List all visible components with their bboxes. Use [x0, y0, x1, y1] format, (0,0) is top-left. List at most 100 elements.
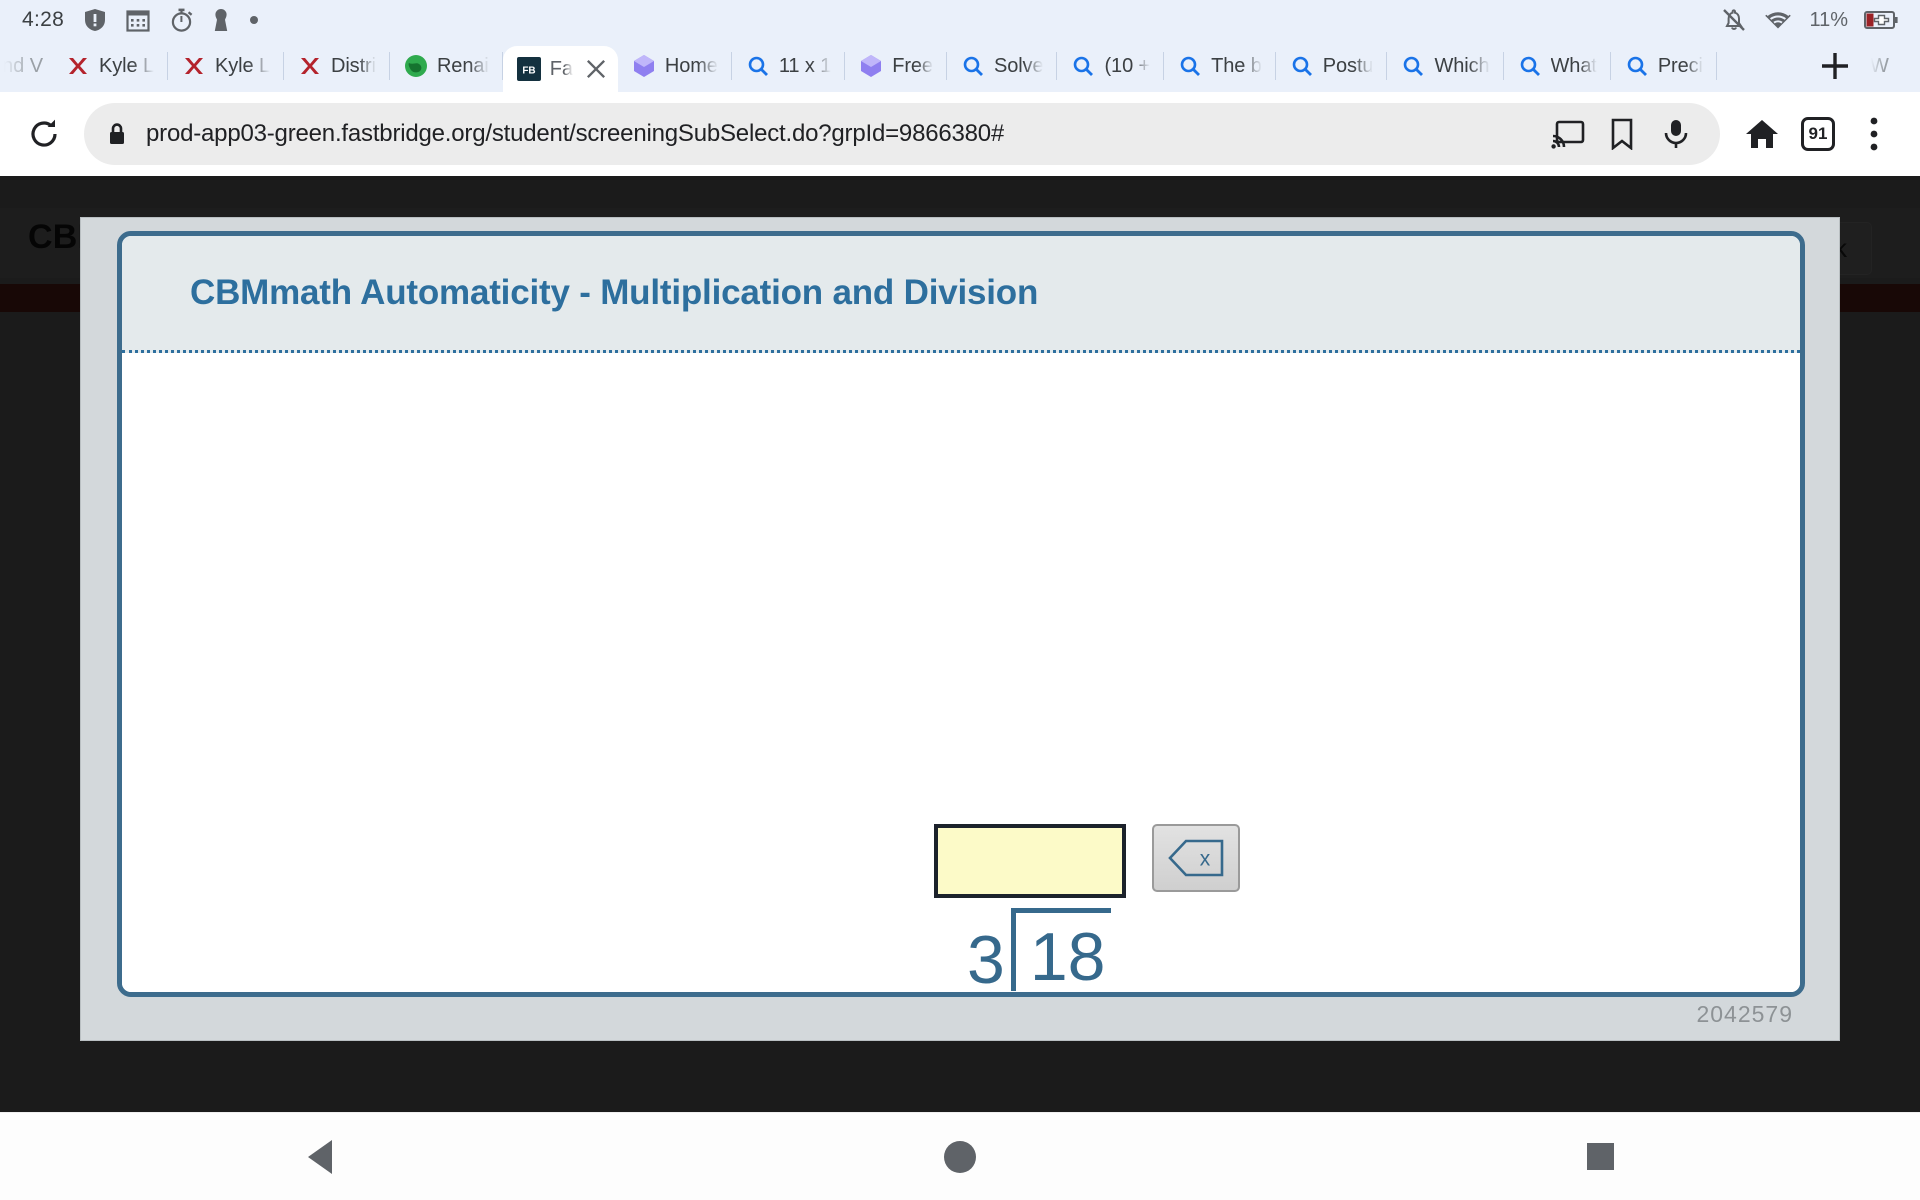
- tab-search-what[interactable]: What: [1504, 40, 1612, 92]
- tab-fastbridge-active[interactable]: FB Fa: [502, 46, 618, 92]
- nav-recents-button[interactable]: [1540, 1113, 1660, 1200]
- tab-kyle-1[interactable]: Kyle L: [52, 40, 168, 92]
- close-icon[interactable]: [582, 55, 610, 83]
- tab-title: Preci: [1657, 54, 1703, 77]
- tab-home[interactable]: Home: [618, 40, 732, 92]
- tab-partial-right[interactable]: W: [1868, 40, 1920, 92]
- page-viewport: CBM ack CBMmath Automaticity - Multiplic…: [0, 176, 1920, 1112]
- nav-back-button[interactable]: [260, 1113, 380, 1200]
- nav-home-button[interactable]: [900, 1113, 1020, 1200]
- tab-search-which[interactable]: Which: [1387, 40, 1504, 92]
- voice-search-button[interactable]: [1654, 112, 1698, 156]
- fb-icon: FB: [516, 57, 541, 81]
- backspace-icon: x: [1168, 839, 1224, 877]
- plus-icon: [1822, 53, 1848, 79]
- notifications-off-icon: [1721, 7, 1747, 33]
- copilot-icon: [861, 55, 882, 77]
- tab-search-preci[interactable]: Preci: [1611, 40, 1717, 92]
- copilot-icon: [633, 55, 654, 77]
- battery-percent-label: 11%: [1809, 8, 1848, 31]
- backspace-button[interactable]: x: [1152, 824, 1240, 892]
- search-icon: [1404, 56, 1424, 76]
- tab-count-badge: 91: [1801, 117, 1835, 151]
- microphone-icon: [1664, 120, 1688, 148]
- tab-kyle-2[interactable]: Kyle L: [168, 40, 284, 92]
- assessment-header: CBMmath Automaticity - Multiplication an…: [122, 236, 1800, 353]
- session-id: 2042579: [1696, 1001, 1793, 1027]
- home-button[interactable]: [1738, 110, 1786, 158]
- android-status-bar: 4:28 11%: [0, 0, 1920, 40]
- url-text: prod-app03-green.fastbridge.org/student/…: [146, 120, 1005, 147]
- bookmark-button[interactable]: [1600, 112, 1644, 156]
- cast-button[interactable]: [1546, 112, 1590, 156]
- shield-alert-icon: [84, 8, 106, 32]
- division-problem: 3 18: [967, 908, 1112, 992]
- search-icon: [1520, 56, 1540, 76]
- status-bar-left: 4:28: [22, 8, 259, 32]
- wifi-icon: [1763, 8, 1793, 32]
- search-icon: [1180, 56, 1201, 76]
- status-time: 4:28: [22, 8, 65, 31]
- calendar-icon: [126, 8, 150, 32]
- tab-title: Free: [892, 54, 933, 77]
- cast-icon: [1551, 120, 1585, 149]
- svg-text:FB: FB: [522, 66, 535, 77]
- tab-title: Renai: [436, 54, 489, 77]
- android-navigation-bar[interactable]: [0, 1112, 1920, 1200]
- search-icon: [1074, 56, 1094, 76]
- assessment-body: x 3 18 0 1 2 3 4 5 6: [122, 353, 1800, 992]
- tab-title: (10 +: [1104, 54, 1151, 77]
- answer-row: x: [934, 824, 1240, 898]
- back-triangle-icon: [308, 1139, 332, 1174]
- tab-title: W: [1870, 54, 1889, 77]
- address-bar[interactable]: prod-app03-green.fastbridge.org/student/…: [84, 103, 1720, 165]
- x-red-icon: [185, 58, 203, 74]
- tab-title: The b: [1211, 54, 1262, 77]
- search-icon: [748, 56, 768, 76]
- tab-switcher-button[interactable]: 91: [1794, 110, 1842, 158]
- tab-title: Postu: [1322, 54, 1374, 77]
- tab-search-11x1[interactable]: 11 x 1: [732, 40, 846, 92]
- more-menu-button[interactable]: [1850, 110, 1898, 158]
- tab-search-10plus[interactable]: (10 +: [1057, 40, 1164, 92]
- tab-renaissance[interactable]: Renai: [390, 40, 503, 92]
- tabs-container[interactable]: nd V Kyle L Kyle L Distri Renai FB Fa Ho…: [0, 40, 1802, 92]
- keyhole-icon: [213, 8, 229, 32]
- search-icon: [963, 56, 983, 76]
- tab-title: 11 x 1: [778, 54, 832, 77]
- tab-title: Which: [1434, 54, 1490, 77]
- tab-free[interactable]: Free: [845, 40, 947, 92]
- x-red-icon: [69, 58, 87, 74]
- tab-title: Distri: [331, 54, 376, 77]
- new-tab-button[interactable]: [1802, 40, 1868, 92]
- home-circle-icon: [944, 1140, 976, 1173]
- tab-search-theb[interactable]: The b: [1164, 40, 1276, 92]
- assessment-panel: CBMmath Automaticity - Multiplication an…: [117, 231, 1805, 997]
- browser-tab-strip[interactable]: nd V Kyle L Kyle L Distri Renai FB Fa Ho…: [0, 40, 1920, 92]
- home-icon: [1746, 120, 1778, 148]
- tab-partial-left[interactable]: nd V: [0, 40, 52, 92]
- search-icon: [1292, 56, 1312, 76]
- toolbar-right: 91: [1738, 110, 1898, 158]
- lock-icon: [110, 123, 124, 144]
- reload-icon: [31, 119, 57, 147]
- tab-search-solve[interactable]: Solve: [947, 40, 1058, 92]
- tab-title: nd V: [2, 54, 44, 77]
- tab-title: Kyle L: [99, 54, 154, 77]
- tab-district[interactable]: Distri: [284, 40, 390, 92]
- recents-square-icon: [1586, 1143, 1614, 1170]
- assessment-sheet: CBMmath Automaticity - Multiplication an…: [80, 217, 1840, 1041]
- green-globe-icon: [404, 55, 427, 77]
- dot-icon: [249, 15, 259, 25]
- search-icon: [1627, 56, 1647, 76]
- x-red-icon: [301, 58, 319, 74]
- dividend: 18: [1010, 908, 1112, 991]
- battery-charging-icon: [1864, 9, 1898, 31]
- tab-search-postu[interactable]: Postu: [1276, 40, 1388, 92]
- browser-toolbar: prod-app03-green.fastbridge.org/student/…: [0, 92, 1920, 176]
- reload-button[interactable]: [22, 112, 66, 156]
- tab-title: Solve: [993, 54, 1044, 77]
- tab-title: What: [1550, 54, 1597, 77]
- answer-input[interactable]: [934, 824, 1126, 898]
- omnibox-actions: [1546, 112, 1698, 156]
